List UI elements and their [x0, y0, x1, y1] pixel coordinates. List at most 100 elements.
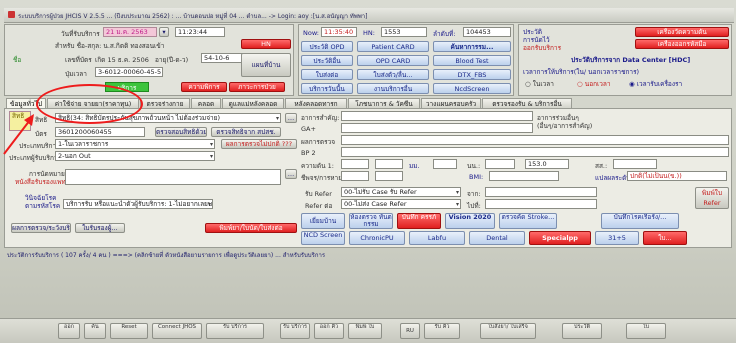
tab-newborn[interactable]: หลังคลอดทารก: [285, 98, 347, 108]
service-date-field[interactable]: 21 ม.ค. 2563: [103, 27, 157, 37]
check-rights-button[interactable]: ตรวจสิทธิจาก สปสช.: [211, 127, 281, 137]
tab-nutrition[interactable]: โภชนาการ & วัคซีน: [348, 98, 420, 108]
refer-button[interactable]: ใบส่งต่อ: [301, 69, 353, 80]
window-title: ระบบบริการผู้ป่วย JHCIS V 2.5.5 ... (ปีง…: [18, 13, 368, 20]
exam-result-field[interactable]: [341, 135, 729, 145]
service-history-status[interactable]: ประวัติการรับบริการ ( 107 ครั้ง/ 4 คน ) …: [7, 250, 325, 260]
hn-button[interactable]: HN: [241, 39, 291, 49]
toolbar-prescription-button[interactable]: ใบสั่งยา/ ใบเสร็จ: [480, 323, 536, 339]
service-today-button[interactable]: บริการวันนี้น: [301, 83, 353, 94]
tab-delivery[interactable]: คลอด: [191, 98, 221, 108]
save-chronic-button[interactable]: บันทึกโรคเรื้อรัง/...: [601, 213, 679, 229]
tab-screening[interactable]: ตรวจรองรับ & บริการอื่น: [482, 98, 572, 108]
bp2-field[interactable]: [341, 147, 729, 157]
toolbar-queue-button[interactable]: ออก คิว: [314, 323, 344, 339]
opd-history-button[interactable]: ประวัติ OPD: [301, 41, 353, 52]
home-visit-button[interactable]: เยี่ยมบ้าน: [301, 213, 345, 229]
card-number-field[interactable]: 3601200060455: [55, 127, 145, 137]
dental-room-button[interactable]: ห้องตรวจ ทันตกรรม: [349, 213, 393, 229]
radio-auto[interactable]: ◉ เวลารับเครื่องรา: [629, 79, 682, 89]
labfu-button[interactable]: Labfu: [409, 231, 465, 245]
refer-to-label: ไปที่:: [467, 202, 481, 210]
pulse-field[interactable]: [433, 159, 457, 169]
radio-auto-label: เวลารับเครื่องรา: [636, 80, 683, 88]
house-map-button[interactable]: แผนที่บ้าน: [241, 53, 291, 77]
dental-button[interactable]: Dental: [469, 231, 525, 245]
print-prescription-button[interactable]: พิมพ์ยา/ใบนัด/ใบส่งต่อ: [205, 223, 297, 233]
hdc-history-link[interactable]: ประวัติบริการจาก Data Center [HDC]: [571, 55, 690, 65]
date-picker-button[interactable]: ▾: [159, 27, 169, 37]
smart-card-note[interactable]: ตรวจสอบสิทธิด้วยSmartCard: [155, 127, 207, 137]
age-label: อายุ(ปี-ด-ว): [155, 56, 189, 64]
card-id-field: 3-6012-00060-45-5: [95, 67, 163, 77]
blood-test-button[interactable]: Blood Test: [433, 55, 511, 66]
toolbar-exit-button[interactable]: ออก: [58, 323, 80, 339]
bp2-label: BP 2: [301, 149, 316, 157]
vision-2020-button[interactable]: Vision 2020: [445, 213, 495, 229]
illness-tag[interactable]: ภาวะการป่วย: [229, 82, 285, 92]
visit-type-select[interactable]: 1-ในเวลาราชการ: [55, 139, 215, 149]
disability-tag[interactable]: ความพิการ: [181, 82, 227, 92]
toolbar-connect-button[interactable]: Connect JHOS: [152, 323, 202, 339]
refer-in-select[interactable]: 00-ไม่รับ Case รับ Refer: [341, 187, 461, 197]
last-button[interactable]: ใบ...: [643, 231, 687, 245]
service-detail-select[interactable]: บริการรับ หรือแนะนำตัวผู้รับบริการ: 1-ไม…: [63, 199, 213, 209]
complaint-field[interactable]: [341, 111, 533, 121]
diagnosis-result-button[interactable]: ผลการตรวจ/ระวังบริ: [11, 223, 71, 233]
patient-card-button[interactable]: Patient CARD: [357, 41, 429, 52]
print-certificate-button[interactable]: ใบรับรองผู้...: [75, 223, 125, 233]
appointment-field[interactable]: [65, 169, 281, 185]
bp-device-button[interactable]: เครื่องวัดความดัน: [635, 27, 729, 37]
hn-label: HN:: [363, 29, 375, 37]
ncd-screen-tab-button[interactable]: NCD Screen: [301, 231, 345, 245]
refer-out-select[interactable]: 00-ไม่ส่ง Case Refer: [341, 199, 461, 209]
service-time-field[interactable]: 11:23:44: [175, 27, 225, 37]
temperature-field[interactable]: [375, 171, 403, 181]
bp-diastolic-field[interactable]: [375, 159, 403, 169]
refer-from-field[interactable]: [485, 187, 597, 197]
opd-card-button[interactable]: OPD CARD: [357, 55, 429, 66]
specialpp-button[interactable]: Specialpp: [529, 231, 591, 245]
toolbar-history-button[interactable]: ประวัติ: [562, 323, 602, 339]
btn-31-5[interactable]: 31+5: [595, 231, 639, 245]
toolbar-ru-button[interactable]: RU: [400, 323, 420, 339]
waist-field[interactable]: [613, 159, 657, 169]
height-field[interactable]: 153.0: [525, 159, 569, 169]
toolbar-last-button[interactable]: ใบ: [626, 323, 666, 339]
search-treatment-button[interactable]: ค้นหาการรม...: [433, 41, 511, 52]
toolbar-search-button[interactable]: ค้น: [84, 323, 106, 339]
chronic-pu-button[interactable]: ChronicPU: [349, 231, 405, 245]
toolbar-getqueue-button[interactable]: รับ คิว: [424, 323, 460, 339]
print-refer-button[interactable]: พิมพ์ใบ Refer: [695, 187, 729, 209]
insurance-button[interactable]: ใบส่งตัว/ลื่น...: [357, 69, 429, 80]
queue-value: 104453: [463, 27, 511, 37]
bp1-label: ความดัน 1:: [301, 162, 334, 170]
abnormal-result-button[interactable]: ผลการตรวจไม่ปกติ ???: [221, 139, 297, 149]
toolbar-receive-button[interactable]: รับ บริการ: [206, 323, 264, 339]
respiration-field[interactable]: [341, 171, 369, 181]
tab-postpartum[interactable]: ดูแลแม่หลังคลอด: [222, 98, 284, 108]
bp-systolic-field[interactable]: [341, 159, 369, 169]
title-bar: ระบบบริการผู้ป่วย JHCIS V 2.5.5 ... (ปีง…: [4, 8, 734, 23]
other-history-button[interactable]: ประวัติอื่น: [301, 55, 353, 66]
pregnancy-button[interactable]: บันทึก ครรภ์: [397, 213, 441, 229]
tab-family-planning[interactable]: วางแผนครอบครัว: [421, 98, 481, 108]
radio-out-hours[interactable]: ○ นอกเวลา: [577, 79, 611, 89]
toolbar-print-button[interactable]: พิมพ์ ใบ: [348, 323, 382, 339]
weight-field[interactable]: [485, 159, 515, 169]
refer-to-field[interactable]: [485, 199, 597, 209]
ga-field[interactable]: [341, 123, 533, 133]
tab-exam[interactable]: ตรวจร่างกาย: [140, 98, 190, 108]
appointment-more-button[interactable]: …: [285, 169, 297, 179]
other-services-button[interactable]: งานบริการอื่น: [357, 83, 429, 94]
ncd-screen-button[interactable]: NcdScreen: [433, 83, 511, 94]
highlight-oval: [36, 84, 143, 124]
id-reader-button[interactable]: เครื่องออกรหัสมือ: [635, 39, 729, 49]
patient-type-select[interactable]: 2-นอก Out: [55, 151, 215, 161]
radio-in-hours[interactable]: ○ ในเวลา: [525, 79, 554, 89]
toolbar-service-button[interactable]: รับ บริการ: [280, 323, 310, 339]
rights-more-button[interactable]: …: [285, 113, 297, 123]
dtx-fbs-button[interactable]: DTX_FBS: [433, 69, 511, 80]
stroke-screen-button[interactable]: ตรวจคัด Stroke...: [499, 213, 557, 229]
toolbar-reset-button[interactable]: Reset: [110, 323, 148, 339]
